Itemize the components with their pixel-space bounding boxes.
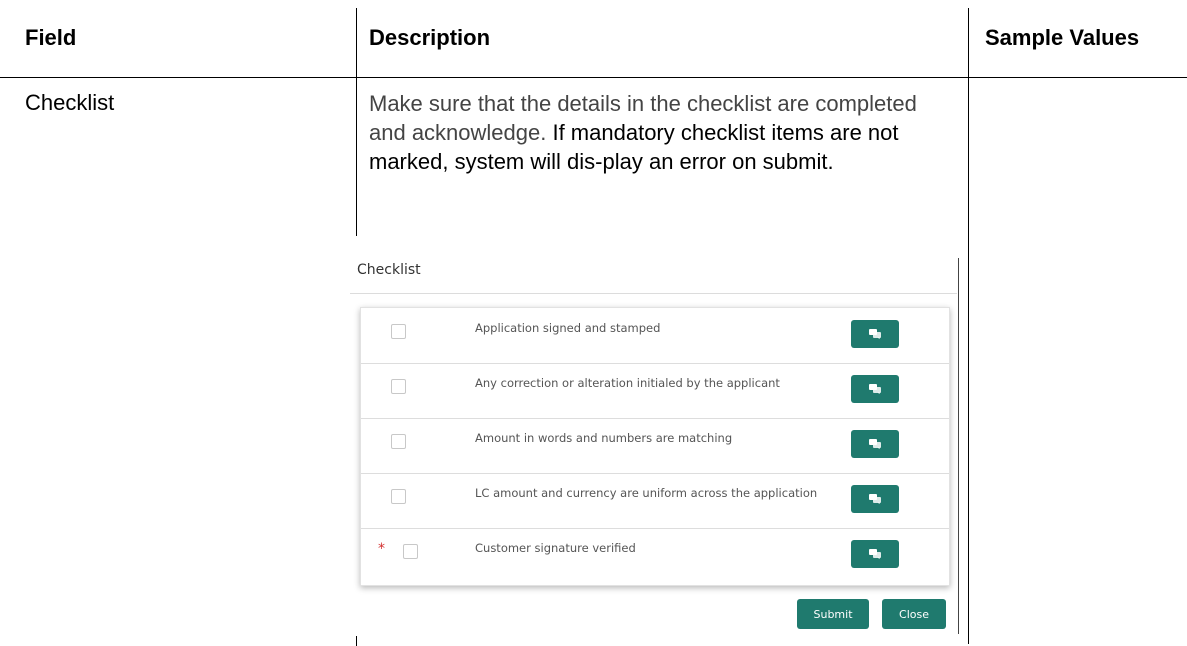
comment-icon	[869, 329, 881, 339]
checklist-checkbox[interactable]	[391, 324, 406, 339]
header-rule	[0, 77, 1187, 78]
comment-button[interactable]	[851, 320, 899, 348]
header-description: Description	[369, 25, 491, 50]
header-field: Field	[25, 25, 77, 50]
checklist-item-label: LC amount and currency are uniform acros…	[475, 486, 818, 500]
comment-icon	[869, 384, 881, 394]
close-button[interactable]: Close	[882, 599, 946, 629]
screenshot-edge	[958, 258, 959, 634]
checklist-item: Any correction or alteration initialed b…	[361, 363, 949, 419]
checklist-item-label: Amount in words and numbers are matching	[475, 431, 733, 445]
checklist-title-divider	[350, 293, 957, 294]
checklist-panel: Application signed and stamped Any corre…	[360, 307, 950, 586]
checklist-checkbox[interactable]	[391, 379, 406, 394]
comment-button[interactable]	[851, 375, 899, 403]
checklist-item-label: Customer signature verified	[475, 541, 636, 555]
checklist-item: Amount in words and numbers are matching	[361, 418, 949, 474]
checklist-checkbox[interactable]	[403, 544, 418, 559]
comment-icon	[869, 549, 881, 559]
mandatory-marker: *	[378, 541, 385, 557]
checklist-item: Application signed and stamped	[361, 308, 949, 364]
checklist-item-label: Application signed and stamped	[475, 321, 661, 335]
checklist-item: * Customer signature verified	[361, 528, 949, 583]
column-divider-1-tail	[356, 636, 357, 646]
checklist-title: Checklist	[357, 262, 421, 278]
field-name-cell: Checklist	[25, 90, 115, 115]
checklist-checkbox[interactable]	[391, 489, 406, 504]
header-sample-values: Sample Values	[985, 25, 1140, 50]
column-divider-1	[356, 8, 357, 236]
comment-icon	[869, 494, 881, 504]
description-cell: Make sure that the details in the checkl…	[369, 89, 959, 176]
checklist-checkbox[interactable]	[391, 434, 406, 449]
comment-button[interactable]	[851, 485, 899, 513]
checklist-item: LC amount and currency are uniform acros…	[361, 473, 949, 529]
comment-button[interactable]	[851, 430, 899, 458]
submit-button[interactable]: Submit	[797, 599, 869, 629]
comment-icon	[869, 439, 881, 449]
comment-button[interactable]	[851, 540, 899, 568]
column-divider-2	[968, 8, 969, 644]
checklist-item-label: Any correction or alteration initialed b…	[475, 376, 780, 390]
